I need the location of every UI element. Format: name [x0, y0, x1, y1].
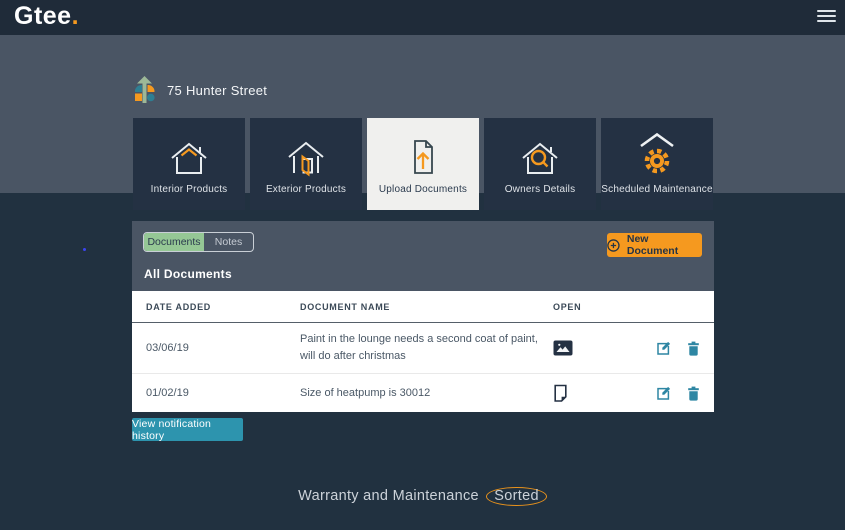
nav-card-label: Interior Products: [150, 184, 228, 195]
delete-button[interactable]: [687, 341, 700, 356]
column-header-open: OPEN: [553, 301, 582, 312]
property-logo-icon: [135, 76, 155, 103]
open-document-button[interactable]: [553, 340, 654, 356]
cell-date-added: 01/02/19: [146, 387, 189, 400]
nav-card-interior-products[interactable]: Interior Products: [133, 118, 245, 210]
tab-documents[interactable]: Documents: [144, 233, 204, 251]
row-actions: [654, 386, 700, 401]
property-header: 75 Hunter Street Interior Products Exter…: [0, 35, 845, 210]
document-upload-icon: [414, 140, 433, 174]
house-search-icon: [522, 142, 558, 174]
nav-card-label: Exterior Products: [265, 184, 347, 195]
gear-roof-icon: [640, 132, 674, 174]
nav-card-label: Owners Details: [504, 184, 576, 195]
table-header-row: DATE ADDED DOCUMENT NAME OPEN: [132, 291, 714, 323]
property-identity: 75 Hunter Street: [133, 76, 267, 105]
property-name: 75 Hunter Street: [167, 83, 268, 98]
section-title: All Documents: [144, 267, 232, 281]
nav-card-row: Interior Products Exterior Products Uplo…: [133, 118, 713, 210]
brand-logo-text: Gtee: [14, 2, 72, 30]
brand-logo-period: .: [71, 2, 80, 30]
tab-group: Documents Notes: [143, 232, 254, 252]
edit-icon: [657, 386, 671, 400]
footer-tagline: Warranty and Maintenance Sorted: [0, 487, 845, 506]
trash-icon: [688, 341, 699, 356]
edit-icon: [657, 341, 671, 355]
plus-circle-icon: [607, 238, 620, 252]
nav-card-owners-details[interactable]: Owners Details: [484, 118, 596, 210]
footer-tagline-highlight: Sorted: [486, 487, 547, 506]
documents-panel: Documents Notes New Document All Documen…: [132, 221, 714, 413]
nav-card-label: Upload Documents: [378, 184, 468, 195]
documents-table: DATE ADDED DOCUMENT NAME OPEN 03/06/19 P…: [132, 291, 714, 413]
stray-cursor-dot: [83, 248, 86, 251]
view-notification-history-button[interactable]: View notification history: [132, 418, 243, 442]
trash-icon: [688, 386, 699, 401]
tab-notes[interactable]: Notes: [204, 233, 253, 251]
photo-icon: [553, 340, 573, 356]
cell-document-name: Size of heatpump is 30012: [300, 386, 431, 399]
house-interior-icon: [171, 142, 207, 174]
delete-button[interactable]: [687, 386, 700, 401]
row-actions: [654, 341, 700, 356]
edit-button[interactable]: [656, 341, 671, 356]
brand-logo: Gtee.: [14, 2, 79, 31]
edit-button[interactable]: [656, 386, 671, 401]
nav-card-label: Scheduled Maintenance: [601, 184, 713, 195]
table-row: 01/02/19 Size of heatpump is 30012: [132, 374, 714, 412]
nav-card-exterior-products[interactable]: Exterior Products: [250, 118, 362, 210]
app-screen: Gtee. 75 Hunter Street Interior Products…: [0, 0, 845, 530]
table-row: 03/06/19 Paint in the lounge needs a sec…: [132, 323, 714, 375]
footer-tagline-text: Warranty and Maintenance: [298, 488, 479, 504]
column-header-date-added: DATE ADDED: [146, 301, 211, 312]
cell-document-name: Paint in the lounge needs a second coat …: [300, 333, 538, 363]
hamburger-menu-icon[interactable]: [817, 10, 836, 22]
cell-date-added: 03/06/19: [146, 342, 189, 355]
house-door-icon: [288, 141, 324, 177]
new-document-button-label: New Document: [626, 233, 679, 257]
top-bar: Gtee.: [0, 0, 845, 35]
note-icon: [554, 384, 567, 402]
new-document-button[interactable]: New Document: [607, 233, 702, 257]
nav-card-upload-documents[interactable]: Upload Documents: [367, 118, 479, 210]
nav-card-scheduled-maintenance[interactable]: Scheduled Maintenance: [601, 118, 713, 210]
column-header-document-name: DOCUMENT NAME: [300, 301, 391, 312]
open-document-button[interactable]: [553, 384, 654, 403]
